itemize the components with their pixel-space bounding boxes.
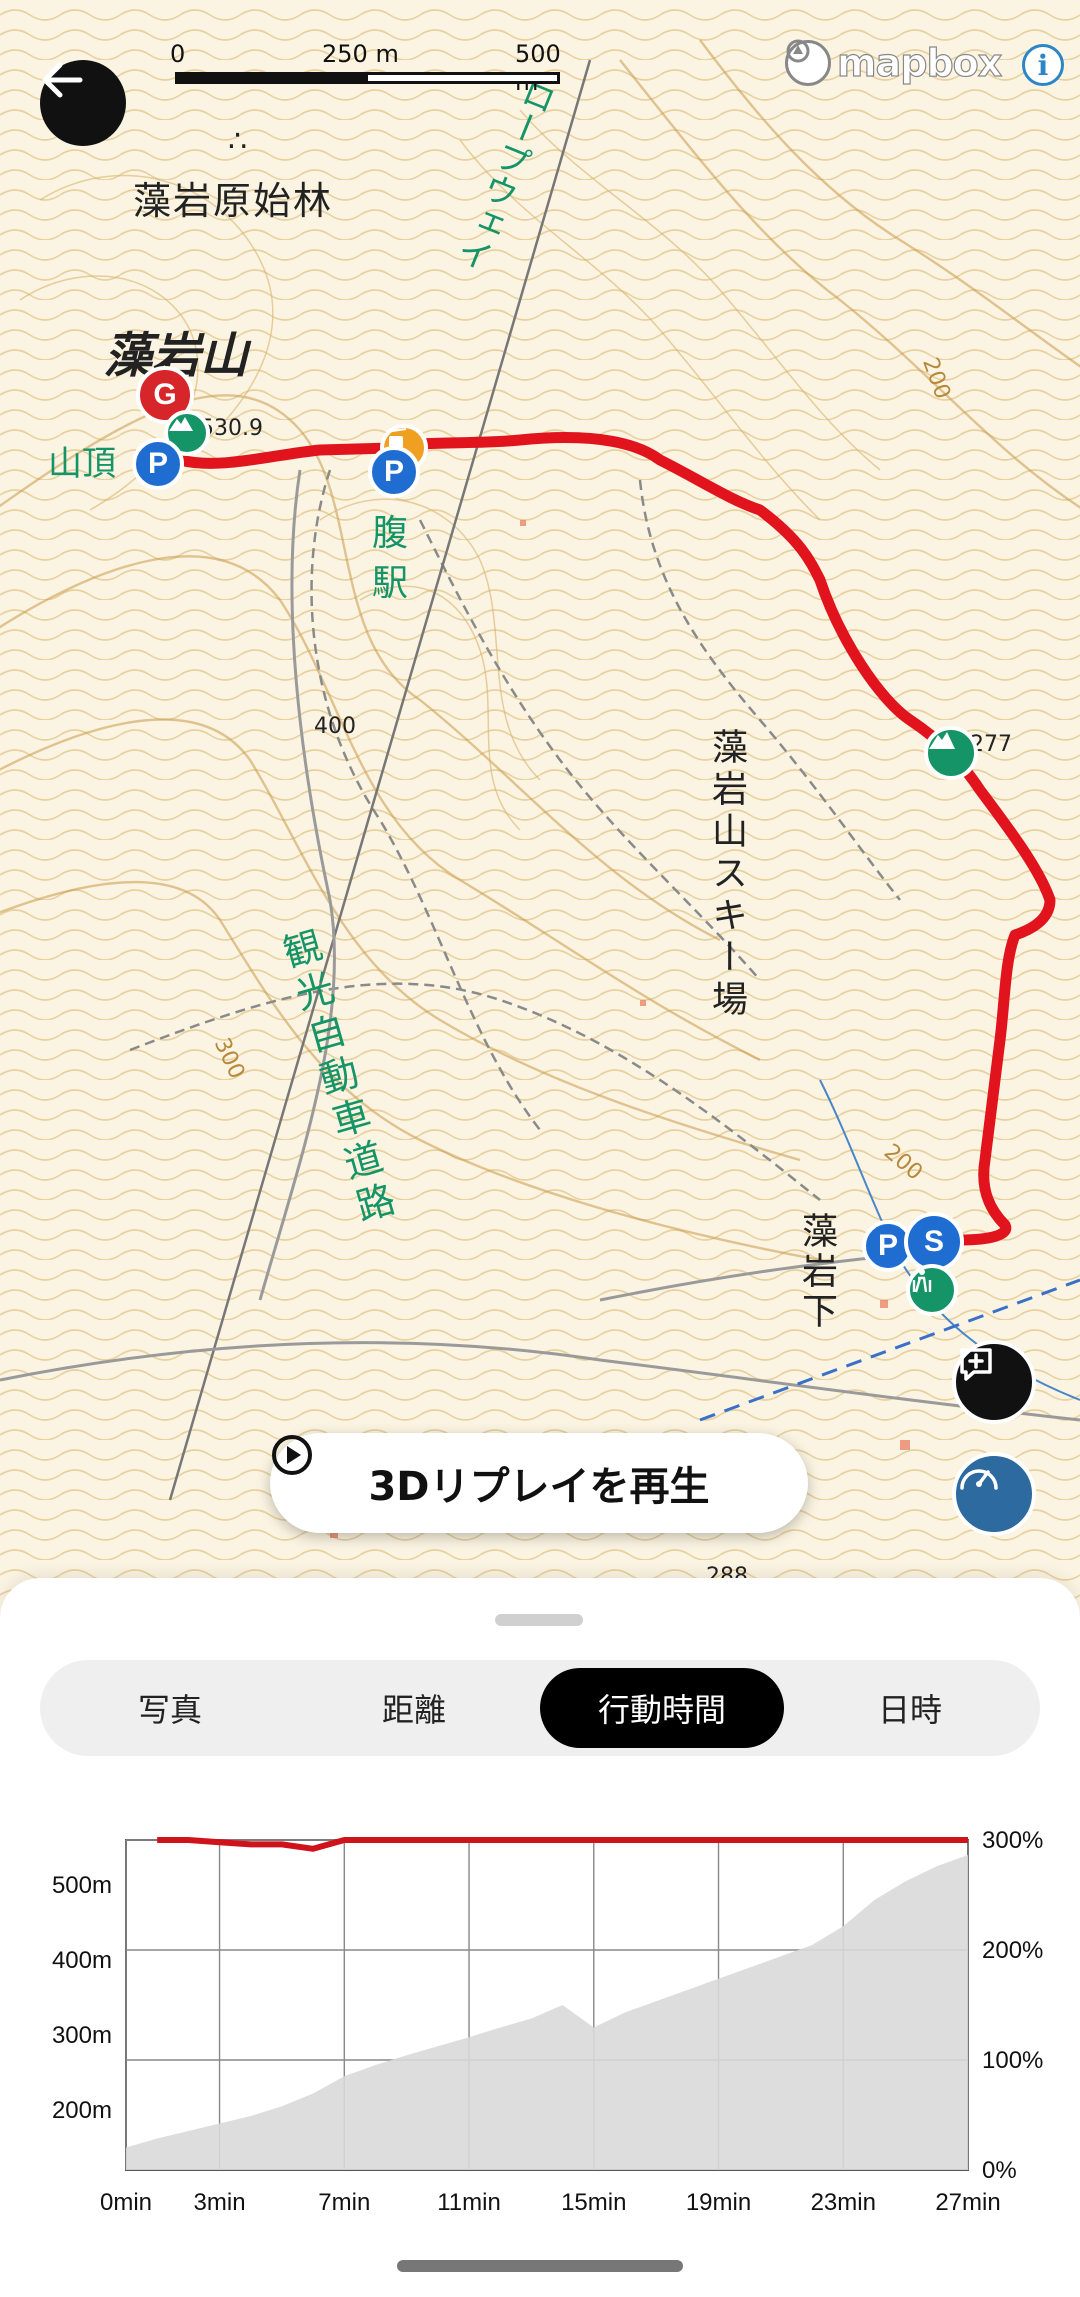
start-marker[interactable]: S [904, 1212, 964, 1272]
chart-mode-tabs: 写真 距離 行動時間 日時 [40, 1660, 1040, 1756]
mapbox-attribution[interactable]: mapbox [785, 38, 1003, 88]
topo-map-canvas [0, 0, 1080, 1620]
home-indicator[interactable] [397, 2260, 683, 2272]
x-tick-label: 7min [318, 2189, 370, 2216]
x-tick-label: 19min [686, 2189, 751, 2216]
x-tick-label: 15min [561, 2189, 626, 2216]
tab-datetime[interactable]: 日時 [788, 1668, 1032, 1748]
y-right-tick-label: 200% [982, 1937, 1043, 1964]
mid-station-parking-marker[interactable]: P [368, 446, 420, 498]
forest-label: 藻岩原始林 [133, 179, 334, 223]
y-right-tick-label: 300% [982, 1827, 1043, 1854]
y-left-tick-label: 400m [52, 1947, 112, 1974]
summit-label: 山頂 [48, 444, 116, 484]
x-tick-label: 27min [935, 2189, 1000, 2216]
x-tick-label: 0min [100, 2189, 152, 2216]
add-comment-button[interactable] [952, 1340, 1036, 1424]
x-tick-label: 11min [437, 2189, 501, 2216]
3d-replay-label: 3Dリプレイを再生 [368, 1464, 710, 1510]
elevation-pace-chart[interactable]: 0min 3min 7min 11min 15min 19min 23min 27min 500… [0, 1820, 1080, 2220]
x-tick-label: 3min [194, 2189, 246, 2216]
dot-marker: ∴ [228, 124, 248, 159]
scale-label-0: 0 [170, 40, 186, 68]
peak-icon[interactable] [924, 726, 978, 780]
speedometer-icon [960, 1469, 998, 1490]
scale-label-500: 500 m [515, 40, 561, 96]
info-icon[interactable]: i [1022, 44, 1064, 86]
tab-activity-time-label: 行動時間 [597, 1691, 726, 1729]
back-button[interactable] [40, 60, 126, 146]
mapbox-wordmark: mapbox [836, 40, 1002, 85]
base-label: 藻岩下 [796, 1212, 837, 1332]
y-left-tick-label: 300m [52, 2022, 112, 2049]
arrow-left-icon [42, 62, 83, 98]
hiking-trail-icon[interactable] [906, 1264, 958, 1316]
summit-parking-marker[interactable]: P [132, 438, 184, 490]
tab-datetime-label: 日時 [877, 1691, 942, 1729]
mid-station-label-2: 駅 [372, 563, 409, 604]
tab-photos[interactable]: 写真 [48, 1668, 292, 1748]
comment-plus-icon [960, 1348, 992, 1381]
scale-label-250: 250 m [322, 40, 399, 68]
mid-station-label-1: 腹 [372, 513, 409, 554]
contour-label-400: 400 [314, 714, 356, 739]
y-right-tick-label: 0% [982, 2157, 1017, 2184]
y-right-tick-label: 100% [982, 2047, 1043, 2074]
3d-replay-button[interactable]: 3Dリプレイを再生 [270, 1433, 808, 1533]
y-left-tick-label: 500m [52, 1872, 112, 1899]
map-scale-bar: 0 250 m 500 m [170, 40, 570, 96]
tab-activity-time[interactable]: 行動時間 [540, 1668, 784, 1748]
x-tick-label: 23min [811, 2189, 876, 2216]
map-view[interactable]: 藻岩原始林 ∴ 藻岩山 山頂 530.9 腹 駅 400 300 200 200… [0, 0, 1080, 1620]
y-left-tick-label: 200m [52, 2097, 112, 2124]
tab-distance-label: 距離 [381, 1691, 446, 1729]
tab-photos-label: 写真 [137, 1691, 202, 1729]
mapbox-logo-icon [785, 39, 831, 86]
tab-distance[interactable]: 距離 [292, 1668, 536, 1748]
scale-bar-graphic [175, 72, 560, 84]
speed-gauge-button[interactable] [952, 1452, 1036, 1536]
ski-area-label: 藻岩山スキー場 [706, 728, 747, 1022]
play-circle-icon [272, 1435, 312, 1475]
sheet-drag-handle[interactable] [495, 1614, 583, 1626]
